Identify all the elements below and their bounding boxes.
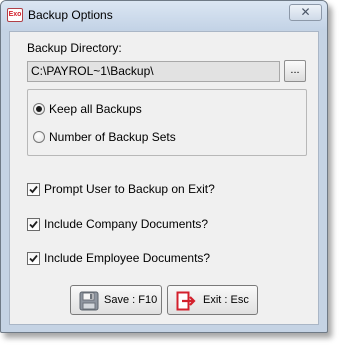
- checkbox-include-employee-documents[interactable]: [27, 252, 40, 265]
- exit-door-icon: [176, 291, 196, 311]
- checkbox-include-company-documents[interactable]: [27, 218, 40, 231]
- radio-label-number-of-backup-sets[interactable]: Number of Backup Sets: [49, 130, 176, 144]
- exit-button-label: Exit : Esc: [203, 294, 249, 306]
- app-logo-icon: Exo: [7, 8, 23, 22]
- close-button[interactable]: ✕: [289, 4, 322, 21]
- checkbox-label-include-company-documents[interactable]: Include Company Documents?: [44, 217, 208, 231]
- checkmark-icon: [29, 254, 38, 263]
- checkbox-label-prompt-backup-on-exit[interactable]: Prompt User to Backup on Exit?: [44, 182, 215, 196]
- checkmark-icon: [29, 220, 38, 229]
- checkbox-prompt-backup-on-exit[interactable]: [27, 183, 40, 196]
- exit-button[interactable]: Exit : Esc: [167, 285, 258, 315]
- dialog-body: Backup Directory: C:\PAYROL~1\Backup\ ..…: [9, 31, 319, 325]
- radio-label-keep-all-backups[interactable]: Keep all Backups: [49, 102, 142, 116]
- floppy-disk-icon: [79, 291, 99, 311]
- save-button-label: Save : F10: [104, 294, 158, 306]
- browse-button[interactable]: ...: [284, 60, 306, 82]
- checkmark-icon: [29, 185, 38, 194]
- backup-options-window: Exo Backup Options ✕ Backup Directory: C…: [0, 0, 328, 333]
- radio-keep-all-backups[interactable]: [33, 103, 45, 115]
- backup-directory-label: Backup Directory:: [27, 41, 122, 55]
- title-bar[interactable]: Exo Backup Options ✕: [1, 1, 327, 30]
- radio-number-of-backup-sets[interactable]: [33, 131, 45, 143]
- backup-directory-field[interactable]: C:\PAYROL~1\Backup\: [27, 61, 280, 82]
- save-button[interactable]: Save : F10: [70, 285, 162, 315]
- backup-mode-group: Keep all Backups Number of Backup Sets: [27, 89, 307, 156]
- window-title: Backup Options: [28, 8, 113, 22]
- checkbox-label-include-employee-documents[interactable]: Include Employee Documents?: [44, 251, 210, 265]
